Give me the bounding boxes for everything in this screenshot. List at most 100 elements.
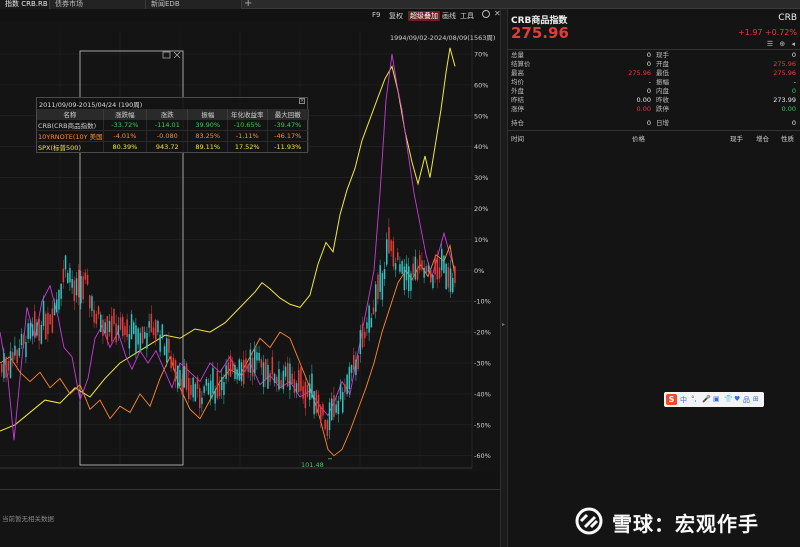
- candle: [102, 319, 104, 336]
- candle: [438, 267, 441, 279]
- sogou-logo-icon[interactable]: S: [666, 394, 677, 405]
- table-row[interactable]: CRB(CRB商品指数) -33.72% -114.01 39.90% -10.…: [37, 119, 309, 131]
- panel-divider[interactable]: ▸: [500, 9, 508, 547]
- candle: [49, 314, 51, 325]
- candle: [91, 296, 93, 311]
- candle: [328, 402, 331, 431]
- candle: [38, 318, 40, 341]
- candle: [185, 363, 188, 390]
- candle: [207, 382, 210, 395]
- candle: [309, 383, 311, 400]
- field-label: 跌停: [656, 105, 669, 113]
- restore-button[interactable]: 复权: [389, 11, 403, 21]
- chg: -114.01: [146, 119, 189, 131]
- candle: [137, 328, 139, 345]
- candle: [342, 392, 344, 413]
- ime-toolbar[interactable]: S 中 °, 🎤 ▣ 👕 ♥ 品 ⊞: [664, 392, 764, 407]
- close-icon[interactable]: ×: [299, 98, 305, 104]
- candle: [203, 386, 205, 393]
- candle: [335, 404, 337, 413]
- candle: [141, 326, 144, 344]
- microphone-icon[interactable]: 🎤: [702, 395, 711, 403]
- candle: [454, 266, 456, 284]
- chg-pct: -4.01%: [103, 130, 148, 142]
- candle: [78, 269, 80, 298]
- candle: [155, 320, 157, 340]
- interval-stats-box[interactable]: 2011/09/09-2015/04/24 (190周) × 名称 涨跌幅 涨跌…: [36, 97, 309, 153]
- candle: [295, 383, 298, 393]
- candle: [216, 370, 219, 399]
- keyboard-icon[interactable]: ▣: [713, 395, 720, 403]
- candle: [7, 361, 10, 371]
- candle: [108, 320, 111, 333]
- table-row[interactable]: SPX(标普500) 80.39% 943.72 89.11% 17.52% -…: [37, 141, 309, 152]
- candle: [144, 332, 146, 339]
- candle: [414, 256, 417, 280]
- candle: [104, 322, 106, 334]
- game-icon[interactable]: 品: [743, 395, 750, 405]
- ime-chinese-mode[interactable]: 中: [680, 395, 687, 405]
- candle: [449, 268, 452, 292]
- table-row[interactable]: 10YRNOTE(10Y 美国 -4.01% -0.080 83.25% -1.…: [37, 130, 309, 142]
- candle: [150, 313, 153, 333]
- candle: [412, 263, 414, 275]
- candle: [139, 332, 142, 351]
- quote-field-daily: 日增 0: [508, 119, 800, 128]
- add-tab-button[interactable]: +: [244, 0, 252, 9]
- candle: [243, 359, 245, 385]
- column-header: 增仓: [756, 135, 769, 143]
- candle: [86, 274, 89, 285]
- overlay-button[interactable]: 超级叠加: [408, 11, 440, 21]
- candle: [12, 352, 14, 363]
- f9-button[interactable]: F9: [372, 11, 380, 19]
- candle: [34, 311, 36, 337]
- candle: [357, 355, 359, 370]
- column-header: 时间: [511, 135, 524, 143]
- candle: [240, 362, 243, 382]
- tab-bond-market[interactable]: 债券市场: [50, 0, 146, 9]
- column-header: 振幅: [187, 109, 228, 120]
- candle: [71, 278, 73, 288]
- quote-panel: CRB商品指数 CRB 275.96 +1.97 +0.72% ☰ ⊕ ◂ 总量…: [508, 9, 800, 547]
- candle: [196, 377, 199, 389]
- interval-stats-title: 2011/09/09-2015/04/24 (190周): [39, 101, 143, 109]
- candle: [410, 273, 412, 291]
- candle: [18, 347, 21, 356]
- y-tick-label: 60%: [474, 81, 488, 89]
- candle: [60, 283, 62, 299]
- candle: [157, 320, 159, 333]
- heart-icon[interactable]: ♥: [734, 395, 740, 403]
- candle: [368, 305, 370, 333]
- candle: [75, 278, 78, 296]
- candle: [383, 269, 386, 279]
- candle: [5, 357, 7, 378]
- candle: [397, 252, 399, 261]
- candle: [115, 323, 117, 343]
- candle: [188, 378, 190, 400]
- candle: [192, 377, 194, 398]
- field-label: 现手: [656, 51, 669, 59]
- collapse-handle-icon[interactable]: ▸: [502, 321, 507, 331]
- chart-canvas[interactable]: 70% 60% 50% 40% 30% 20% 10% 0% -10% -20% -30% -40% -…: [0, 21, 500, 471]
- quote-actions-icon[interactable]: ☰ ⊕ ◂: [767, 40, 797, 48]
- gear-icon[interactable]: [482, 10, 490, 18]
- draw-line-button[interactable]: 画线: [442, 11, 456, 21]
- tab-bar: 指数 CRB.RB 债券市场 新闻EDB +: [0, 0, 800, 9]
- ime-punct-icon[interactable]: °,: [691, 395, 697, 403]
- price-chart[interactable]: 70% 60% 50% 40% 30% 20% 10% 0% -10% -20% -30% -40% -…: [0, 21, 500, 471]
- candle: [326, 420, 329, 436]
- candle: [445, 263, 447, 290]
- candle: [269, 373, 271, 382]
- candle: [394, 263, 397, 270]
- candle: [166, 338, 168, 363]
- maximize-icon: [162, 51, 171, 59]
- candle: [405, 263, 408, 281]
- tab-crb[interactable]: 指数 CRB.RB: [0, 0, 50, 9]
- candle: [117, 325, 120, 336]
- tools-button[interactable]: 工具: [460, 11, 474, 21]
- candle: [289, 363, 291, 391]
- candle: [201, 397, 203, 405]
- skin-icon[interactable]: 👕: [724, 395, 733, 403]
- tab-news-edb[interactable]: 新闻EDB: [146, 0, 242, 9]
- grid-menu-icon[interactable]: ⊞: [753, 395, 759, 403]
